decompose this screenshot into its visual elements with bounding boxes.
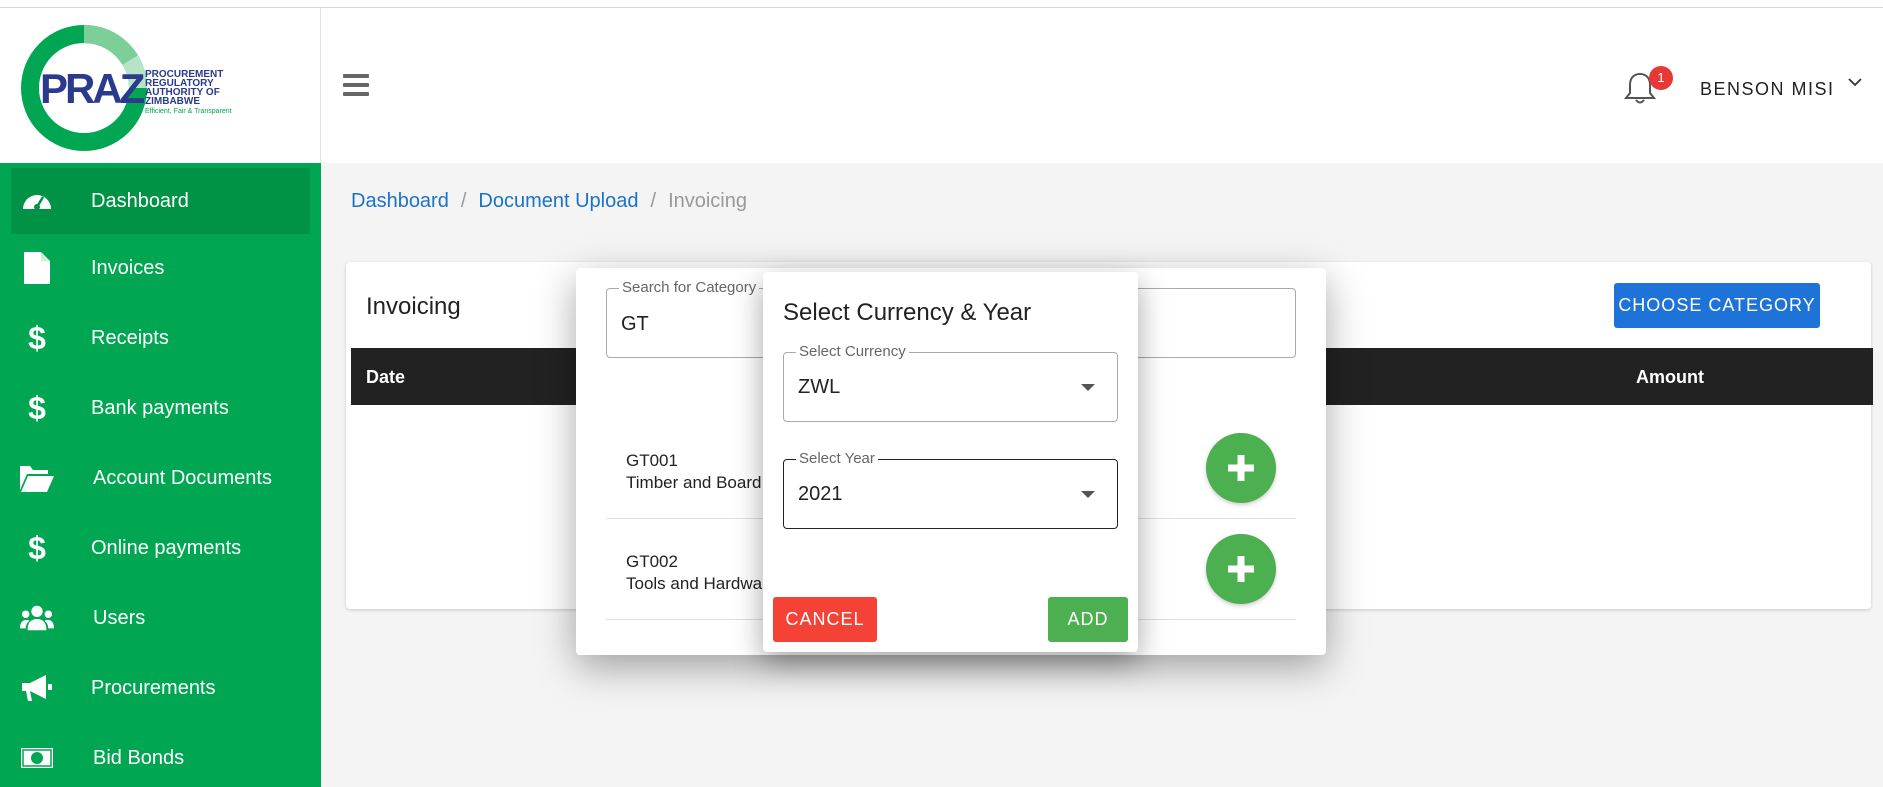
- category-code: GT001: [626, 451, 678, 470]
- category-code: GT002: [626, 552, 678, 571]
- add-category-button[interactable]: [1206, 433, 1276, 503]
- search-field-label: Search for Category: [619, 279, 760, 296]
- currency-year-dialog: Select Currency & Year Select Currency Z…: [763, 272, 1138, 652]
- cancel-button[interactable]: CANCEL: [773, 597, 877, 642]
- currency-select-label: Select Currency: [796, 343, 909, 360]
- currency-select[interactable]: Select Currency ZWL: [783, 343, 1118, 422]
- dialog-title: Select Currency & Year: [783, 299, 1032, 326]
- add-category-button[interactable]: [1206, 534, 1276, 604]
- year-select-value: 2021: [798, 483, 843, 505]
- dropdown-arrow-icon: [1081, 384, 1095, 391]
- dropdown-arrow-icon: [1081, 491, 1095, 498]
- category-name: Tools and Hardwa: [626, 574, 763, 593]
- year-select[interactable]: Select Year 2021: [783, 450, 1118, 529]
- year-select-label: Select Year: [796, 450, 878, 467]
- add-button[interactable]: ADD: [1048, 597, 1128, 642]
- currency-select-value: ZWL: [798, 376, 841, 398]
- search-field-value: GT: [621, 313, 649, 335]
- category-name: Timber and Board: [626, 473, 762, 492]
